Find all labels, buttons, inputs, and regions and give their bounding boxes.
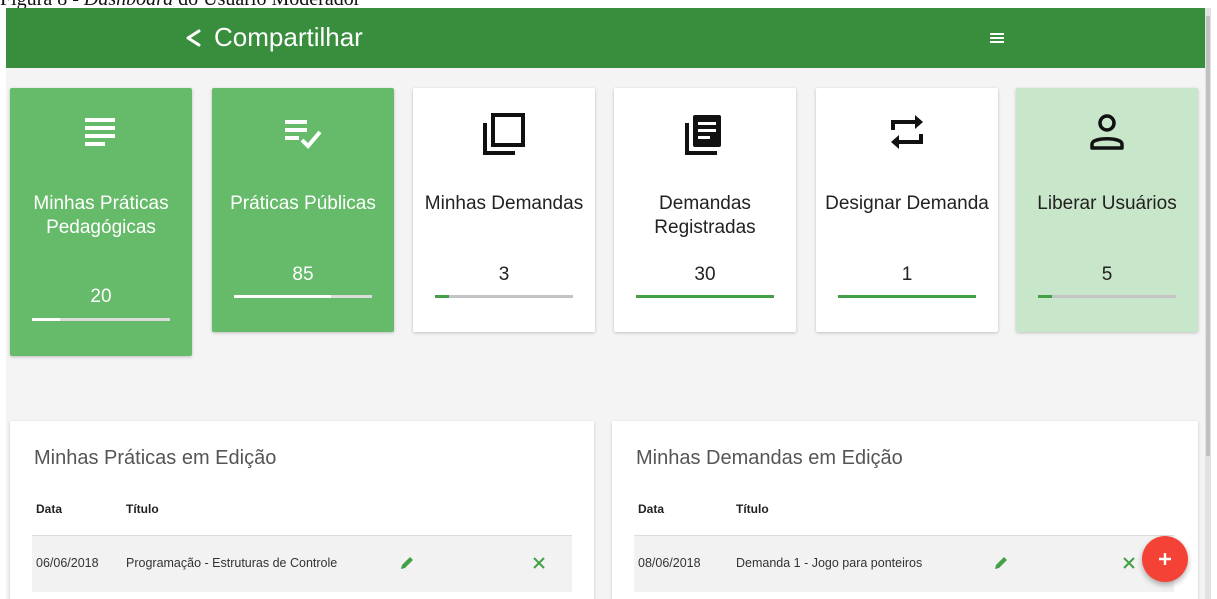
card-progress bbox=[32, 318, 170, 321]
card-praticas-publicas[interactable]: Práticas Públicas 85 bbox=[212, 88, 394, 332]
panel-title: Minhas Práticas em Edição bbox=[34, 447, 277, 469]
app-window: Compartilhar Minhas Práticas Pedagógicas… bbox=[6, 8, 1211, 599]
list-check-icon bbox=[212, 110, 394, 162]
scrollbar-thumb[interactable] bbox=[1206, 16, 1210, 456]
card-progress bbox=[1038, 295, 1176, 298]
app-title: Compartilhar bbox=[214, 22, 363, 52]
row-date: 06/06/2018 bbox=[36, 556, 99, 570]
card-label: Demandas Registradas bbox=[654, 193, 756, 238]
menu-icon[interactable] bbox=[990, 32, 1004, 44]
card-count: 5 bbox=[1101, 264, 1113, 285]
row-title: Demanda 1 - Jogo para ponteiros bbox=[736, 556, 923, 570]
card-progress bbox=[435, 295, 573, 298]
book-stack-icon bbox=[614, 110, 796, 162]
card-count: 30 bbox=[694, 264, 716, 285]
library-icon bbox=[413, 110, 595, 162]
table-row[interactable]: 06/06/2018 Programação - Estruturas de C… bbox=[32, 536, 572, 592]
add-fab-button[interactable] bbox=[1142, 536, 1188, 582]
app-brand[interactable]: Compartilhar bbox=[184, 22, 363, 53]
card-progress bbox=[636, 295, 774, 298]
edit-icon[interactable] bbox=[992, 554, 1010, 572]
table-row[interactable]: 08/06/2018 Demanda 1 - Jogo para ponteir… bbox=[634, 536, 1174, 592]
card-label: Minhas Práticas Pedagógicas bbox=[33, 193, 169, 238]
card-progress bbox=[838, 295, 976, 298]
delete-icon[interactable] bbox=[530, 554, 548, 572]
card-demandas-registradas[interactable]: Demandas Registradas 30 bbox=[614, 88, 796, 332]
swap-icon bbox=[816, 110, 998, 162]
column-header-titulo: Título bbox=[126, 502, 159, 516]
panel-title: Minhas Demandas em Edição bbox=[636, 447, 903, 469]
column-header-titulo: Título bbox=[736, 502, 769, 516]
card-minhas-praticas[interactable]: Minhas Práticas Pedagógicas 20 bbox=[10, 88, 192, 356]
top-app-bar: Compartilhar bbox=[6, 8, 1211, 68]
panel-praticas-em-edicao: Minhas Práticas em Edição Data Título 06… bbox=[10, 421, 594, 599]
card-count: 3 bbox=[498, 264, 510, 285]
panel-demandas-em-edicao: Minhas Demandas em Edição Data Título 08… bbox=[612, 421, 1198, 599]
card-minhas-demandas[interactable]: Minhas Demandas 3 bbox=[413, 88, 595, 332]
share-icon bbox=[186, 29, 201, 46]
card-label: Minhas Demandas bbox=[424, 193, 584, 214]
row-date: 08/06/2018 bbox=[638, 556, 701, 570]
row-title: Programação - Estruturas de Controle bbox=[126, 556, 338, 570]
card-count: 85 bbox=[292, 264, 314, 285]
card-count: 20 bbox=[90, 286, 112, 307]
card-progress bbox=[234, 295, 372, 298]
card-label: Designar Demanda bbox=[825, 193, 989, 214]
delete-icon[interactable] bbox=[1120, 554, 1138, 572]
person-icon bbox=[1016, 110, 1198, 162]
card-designar-demanda[interactable]: Designar Demanda 1 bbox=[816, 88, 998, 332]
card-count: 1 bbox=[901, 264, 913, 285]
edit-icon[interactable] bbox=[398, 554, 416, 572]
card-label: Práticas Públicas bbox=[230, 193, 376, 214]
vertical-scrollbar[interactable] bbox=[1205, 8, 1211, 599]
column-header-data: Data bbox=[638, 502, 665, 516]
plus-icon bbox=[1159, 553, 1171, 565]
card-label: Liberar Usuários bbox=[1037, 193, 1177, 214]
notes-icon bbox=[10, 110, 192, 162]
card-liberar-usuarios[interactable]: Liberar Usuários 5 bbox=[1016, 88, 1198, 332]
column-header-data: Data bbox=[36, 502, 63, 516]
